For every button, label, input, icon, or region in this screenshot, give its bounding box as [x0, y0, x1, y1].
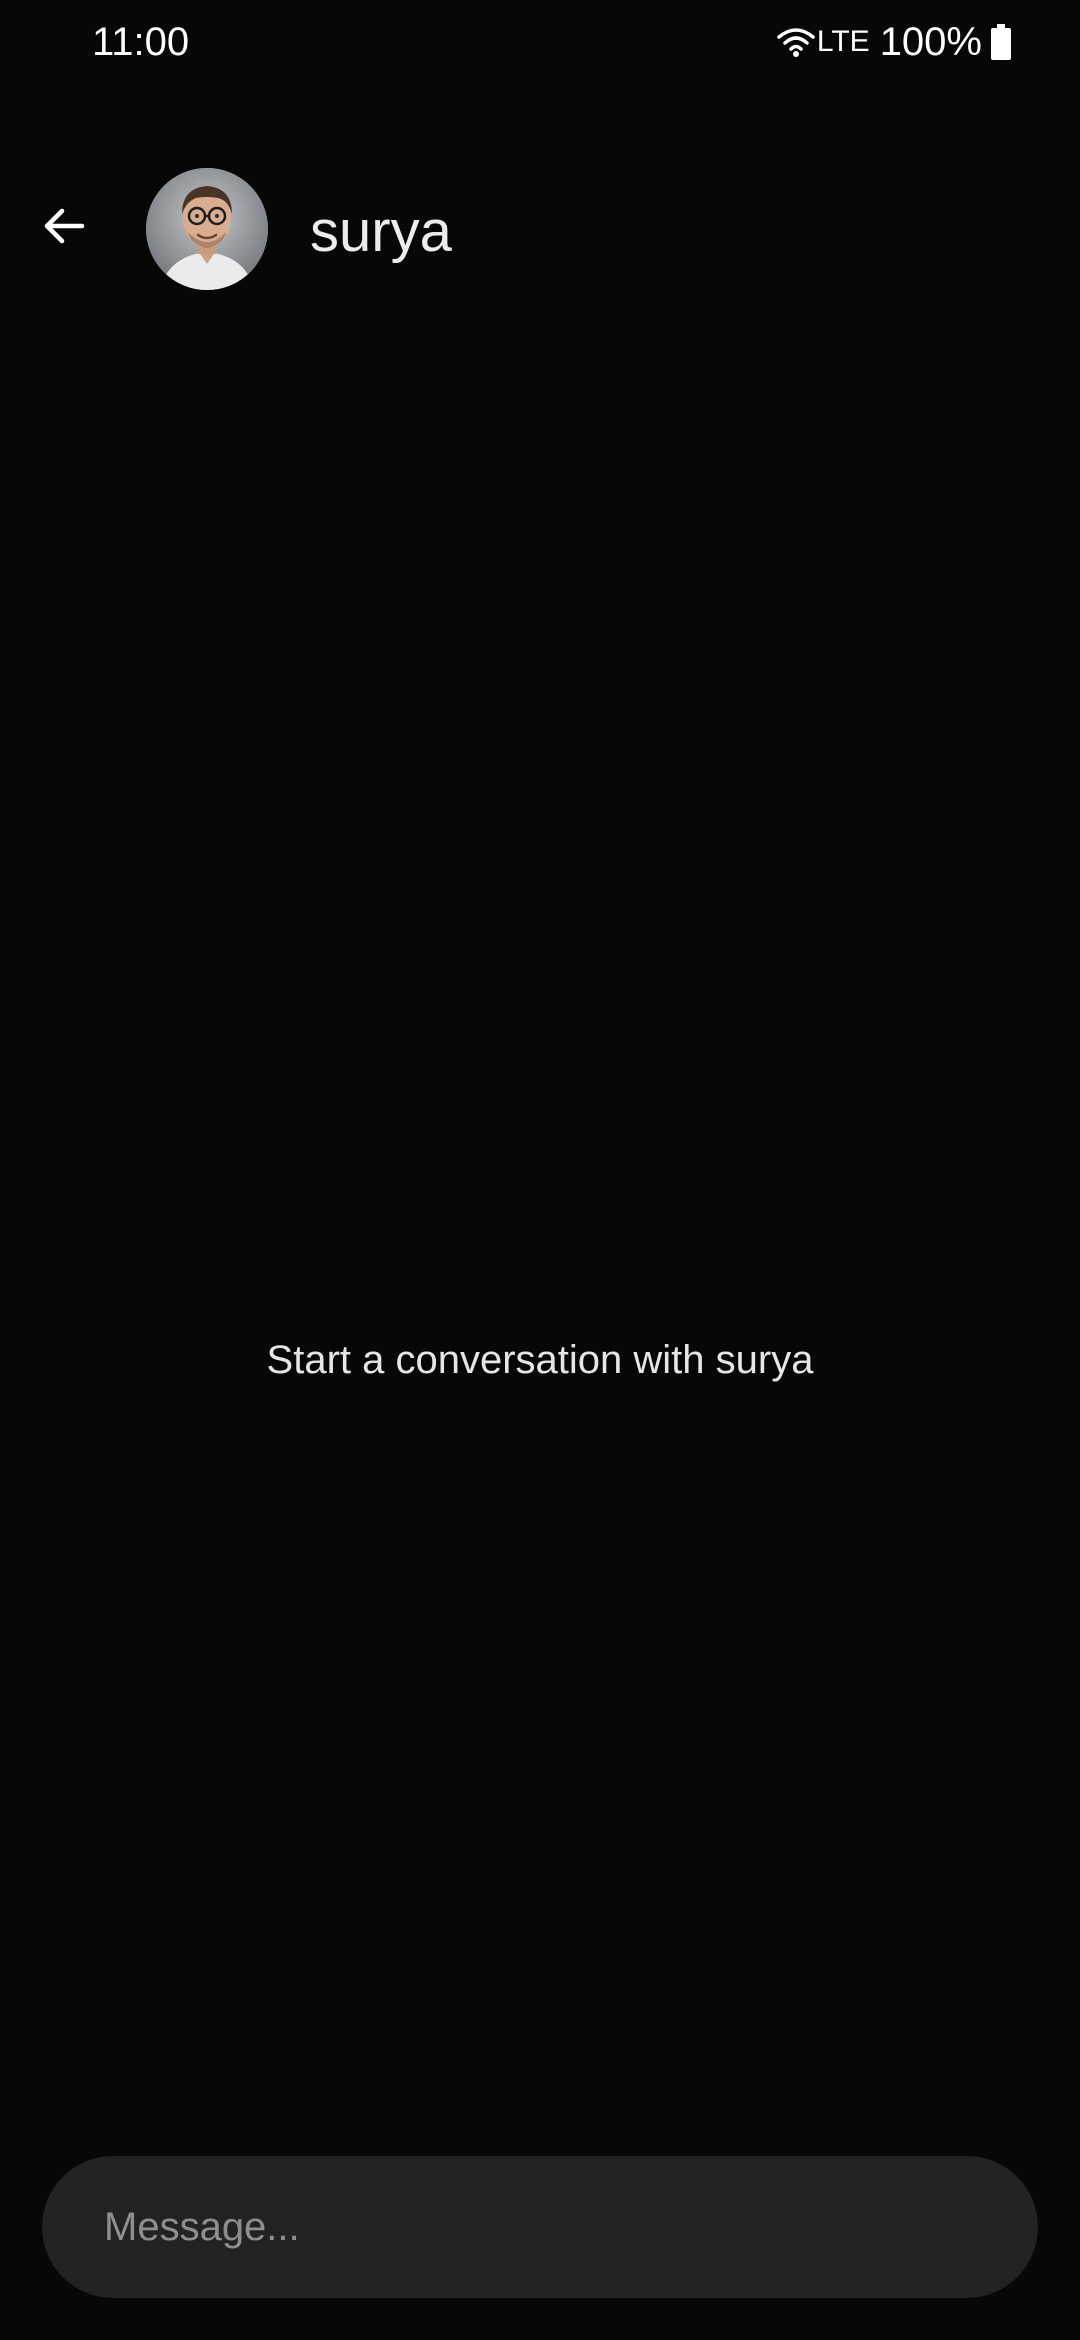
- message-composer[interactable]: [42, 2156, 1038, 2298]
- empty-conversation-text: Start a conversation with surya: [266, 1338, 814, 1382]
- back-button[interactable]: [28, 190, 100, 262]
- avatar[interactable]: [146, 168, 268, 290]
- chat-header: surya: [0, 150, 1080, 310]
- message-input[interactable]: [104, 2156, 984, 2298]
- status-bar: 11:00 LTE 100%: [0, 0, 1080, 84]
- status-indicators: LTE 100%: [777, 14, 1012, 70]
- network-type-label: LTE: [816, 25, 870, 58]
- arrow-left-icon: [44, 208, 85, 244]
- contact-name[interactable]: surya: [310, 196, 452, 268]
- status-time: 11:00: [92, 20, 190, 64]
- person-avatar-image: [146, 168, 268, 290]
- battery-percentage: 100%: [879, 19, 982, 64]
- wifi-icon: [777, 28, 815, 57]
- battery-icon: [991, 24, 1011, 60]
